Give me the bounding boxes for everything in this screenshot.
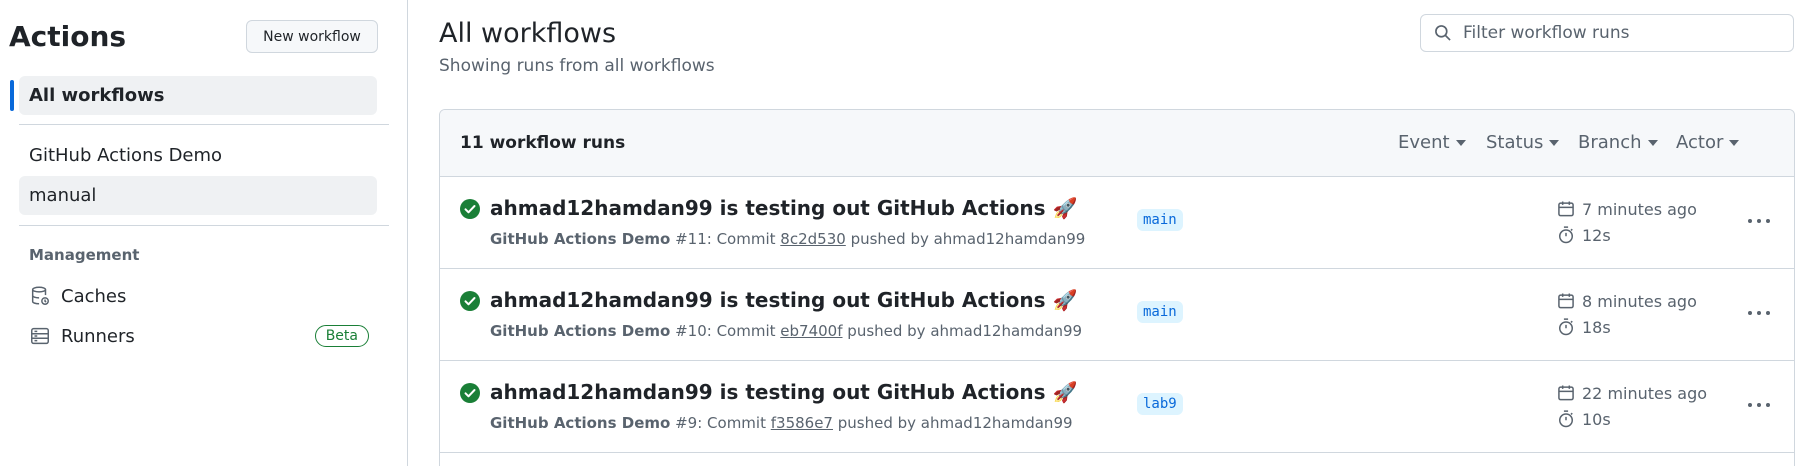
kebab-dot [1748,403,1752,407]
search-input[interactable] [1463,23,1783,43]
run-workflow-name: GitHub Actions Demo [490,230,671,248]
actor-filter-label: Actor [1676,132,1724,153]
commit-sha-link[interactable]: eb7400f [780,322,842,340]
run-number: #10: Commit [675,322,776,340]
table-row[interactable]: ahmad12hamdan99 is testing out GitHub Ac… [440,177,1794,269]
status-filter-label: Status [1486,132,1544,153]
database-icon [31,286,49,305]
run-meta: GitHub Actions Demo #10: Commit eb7400f … [490,322,1082,340]
kebab-dot [1748,219,1752,223]
run-date: 7 minutes ago [1556,199,1697,219]
commit-sha-link[interactable]: 8c2d530 [780,230,846,248]
run-date: 22 minutes ago [1556,383,1707,403]
status-filter-button[interactable]: Status [1486,132,1560,153]
runs-header: 11 workflow runs Event Status Branch Act… [440,110,1794,177]
sidebar-title: Actions [9,20,127,53]
run-pusher: pushed by ahmad12hamdan99 [837,414,1073,432]
kebab-dot [1766,403,1770,407]
stopwatch-icon [1559,226,1573,244]
run-date: 8 minutes ago [1556,291,1697,311]
event-filter-button[interactable]: Event [1398,132,1466,153]
run-duration: 18s [1556,317,1611,337]
check-circle-icon [460,199,480,219]
sidebar-item-all-workflows[interactable]: All workflows [19,76,377,115]
run-options-button[interactable] [1744,209,1774,233]
kebab-dot [1748,311,1752,315]
run-number: #11: Commit [675,230,776,248]
actor-filter-button[interactable]: Actor [1676,132,1740,153]
caches-label: Caches [61,285,127,307]
branch-label[interactable]: lab9 [1137,393,1183,415]
page-title: All workflows [439,18,617,49]
event-filter-label: Event [1398,132,1450,153]
runs-count: 11 workflow runs [460,133,626,153]
run-duration-value: 10s [1582,409,1611,429]
branch-filter-button[interactable]: Branch [1578,132,1658,153]
run-duration: 12s [1556,225,1611,245]
filter-workflow-runs[interactable] [1420,14,1794,52]
caret-down-icon [1549,139,1560,146]
management-heading: Management [29,246,140,264]
run-number: #9: Commit [675,414,766,432]
run-meta: GitHub Actions Demo #11: Commit 8c2d530 … [490,230,1085,248]
sidebar-item-caches[interactable]: Caches [19,278,377,314]
kebab-dot [1757,311,1761,315]
calendar-icon [1558,201,1574,217]
run-title-link[interactable]: ahmad12hamdan99 is testing out GitHub Ac… [490,288,1077,312]
check-circle-icon [460,383,480,403]
run-workflow-name: GitHub Actions Demo [490,322,671,340]
run-title-link[interactable]: ahmad12hamdan99 is testing out GitHub Ac… [490,196,1077,220]
kebab-dot [1757,219,1761,223]
table-row[interactable]: ahmad12hamdan99 is testing out GitHub Ac… [440,269,1794,361]
runners-label: Runners [61,325,135,347]
beta-badge: Beta [314,325,369,347]
stopwatch-icon [1559,318,1573,336]
caret-down-icon [1647,139,1658,146]
kebab-dot [1766,219,1770,223]
run-workflow-name: GitHub Actions Demo [490,414,671,432]
calendar-icon [1558,385,1574,401]
active-indicator [10,80,14,111]
workflow-runs-list: 11 workflow runs Event Status Branch Act… [439,109,1795,466]
run-duration-value: 12s [1582,225,1611,245]
sidebar-item-manual[interactable]: manual [19,176,377,215]
commit-sha-link[interactable]: f3586e7 [771,414,833,432]
calendar-icon [1558,293,1574,309]
page-subtitle: Showing runs from all workflows [439,56,715,76]
search-icon [1435,25,1451,41]
new-workflow-button[interactable]: New workflow [246,20,378,53]
run-title-link[interactable]: ahmad12hamdan99 is testing out GitHub Ac… [490,380,1077,404]
run-pusher: pushed by ahmad12hamdan99 [850,230,1086,248]
run-duration-value: 18s [1582,317,1611,337]
divider [19,225,389,226]
kebab-dot [1766,311,1770,315]
server-icon [31,327,49,345]
sidebar: Actions New workflow All workflows GitHu… [0,0,408,466]
sidebar-item-github-actions-demo[interactable]: GitHub Actions Demo [19,136,377,175]
divider [19,124,389,125]
branch-label[interactable]: main [1137,209,1183,231]
caret-down-icon [1729,139,1740,146]
run-time: 7 minutes ago [1582,199,1697,219]
run-pusher: pushed by ahmad12hamdan99 [847,322,1083,340]
run-options-button[interactable] [1744,393,1774,417]
branch-label[interactable]: main [1137,301,1183,323]
sidebar-item-runners[interactable]: Runners Beta [19,318,377,354]
caret-down-icon [1455,139,1466,146]
stopwatch-icon [1559,410,1573,428]
run-time: 22 minutes ago [1582,383,1708,403]
run-meta: GitHub Actions Demo #9: Commit f3586e7 p… [490,414,1073,432]
run-duration: 10s [1556,409,1611,429]
run-options-button[interactable] [1744,301,1774,325]
check-circle-icon [460,291,480,311]
run-time: 8 minutes ago [1582,291,1697,311]
table-row[interactable]: ahmad12hamdan99 is testing out GitHub Ac… [440,361,1794,453]
branch-filter-label: Branch [1578,132,1642,153]
kebab-dot [1757,403,1761,407]
